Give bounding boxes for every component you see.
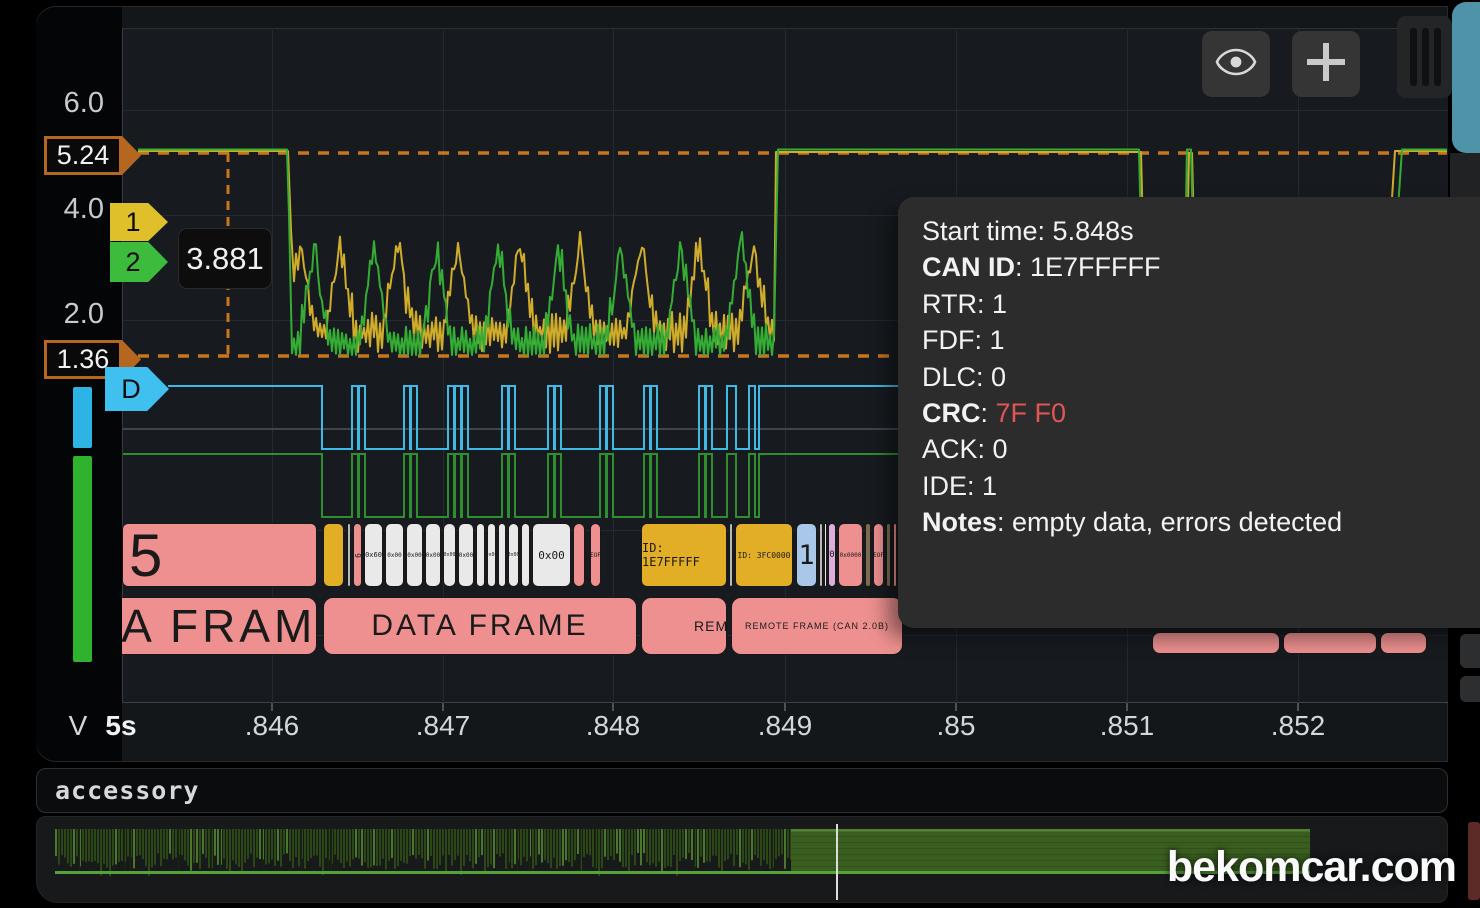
tooltip-line: ACK: 0 [922, 431, 1480, 467]
tooltip-line: FDF: 1 [922, 322, 1480, 358]
voltage-cursor-high-arrow [122, 136, 141, 175]
tooltip-line: Notes: empty data, errors detected [922, 504, 1480, 540]
channel-tag-d[interactable]: D [105, 367, 169, 411]
handle-ridge [1410, 28, 1417, 86]
y-label-4: 4.0 [40, 193, 104, 226]
y-label-2: 2.0 [40, 298, 104, 331]
right-edge-button[interactable] [1460, 676, 1480, 702]
tooltip-line: CRC: 7F F0 [922, 395, 1480, 431]
channel-tag-2[interactable]: 2 [110, 242, 168, 282]
digital-channel-bar-green[interactable] [73, 456, 92, 662]
x-axis-unit: V [60, 710, 96, 742]
channel-tag-1[interactable]: 1 [110, 203, 168, 241]
overview-right-marker [1468, 822, 1480, 900]
tooltip-line: IDE: 1 [922, 468, 1480, 504]
tooltip-line: RTR: 1 [922, 286, 1480, 322]
panel-drag-handle[interactable] [1397, 16, 1452, 98]
visibility-button[interactable] [1202, 31, 1270, 97]
x-axis-base: 5s [96, 710, 146, 742]
delta-readout: 3.881 [178, 228, 272, 289]
eye-icon [1214, 44, 1258, 85]
tooltip-line: DLC: 0 [922, 359, 1480, 395]
handle-ridge [1422, 28, 1429, 86]
side-panel-edge[interactable] [1452, 2, 1480, 153]
digital-channel-bar-cyan[interactable] [73, 387, 92, 448]
watermark: bekomcar.com [1167, 843, 1456, 892]
tooltip-line: Start time: 5.848s [922, 213, 1480, 249]
can-frame-tooltip: Start time: 5.848sCAN ID: 1E7FFFFFRTR: 1… [898, 197, 1480, 628]
y-label-6: 6.0 [40, 87, 104, 120]
side-panel-shadow [1450, 153, 1480, 197]
voltage-cursor-high[interactable]: 5.24 [44, 136, 122, 175]
tooltip-line: CAN ID: 1E7FFFFF [922, 249, 1480, 285]
right-edge-button[interactable] [1460, 634, 1480, 668]
plus-icon [1303, 39, 1349, 90]
handle-ridge [1434, 28, 1441, 86]
add-button[interactable] [1292, 31, 1360, 97]
